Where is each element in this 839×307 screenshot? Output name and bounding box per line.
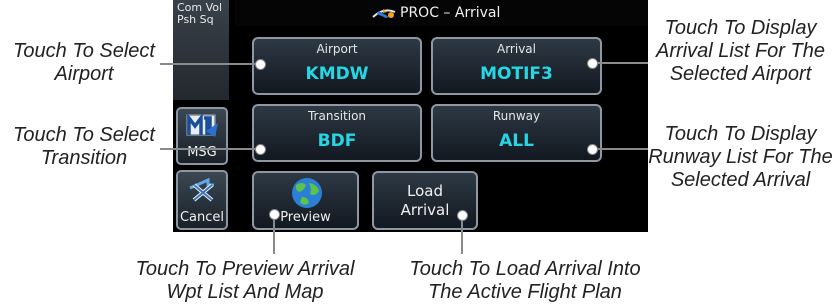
callout-line: Selected Arrival — [670, 169, 811, 191]
callout-line: Touch To Select — [13, 40, 155, 62]
com-vol-button[interactable]: Com Vol Psh Sq — [173, 0, 229, 100]
callout-line: Arrival List For The — [656, 40, 825, 62]
runway-label: Runway — [492, 109, 541, 123]
callout-arrival-list: Touch To Display Arrival List For The Se… — [648, 17, 833, 86]
leader-airport — [160, 63, 260, 65]
load-label-line1: Load — [407, 182, 443, 200]
arrival-label: Arrival — [497, 42, 536, 56]
leader-transition — [160, 148, 260, 150]
transition-button[interactable]: Transition BDF — [252, 104, 422, 162]
leader-dot-transition — [255, 144, 266, 155]
callout-line: The Active Flight Plan — [428, 281, 622, 303]
side-strip: Com Vol Psh Sq MSG Cancel — [173, 0, 235, 232]
callout-select-airport: Touch To Select Airport — [4, 40, 164, 86]
leader-dot-airport — [255, 59, 266, 70]
leader-dot-runway — [587, 144, 598, 155]
leader-preview — [273, 214, 275, 254]
callout-runway-list: Touch To Display Runway List For The Sel… — [648, 123, 833, 192]
leader-dot-preview — [269, 209, 280, 220]
arrival-plane-icon — [372, 9, 396, 18]
callout-select-transition: Touch To Select Transition — [4, 124, 164, 170]
airport-button[interactable]: Airport KMDW — [252, 37, 422, 95]
transition-value: BDF — [317, 131, 357, 151]
arrival-button[interactable]: Arrival MOTIF3 — [431, 37, 602, 95]
callout-preview: Touch To Preview Arrival Wpt List And Ma… — [120, 258, 370, 304]
runway-button[interactable]: Runway ALL — [431, 104, 602, 162]
callout-line: Touch To Display — [664, 123, 817, 145]
globe-icon — [292, 178, 322, 208]
leader-runway — [592, 148, 648, 150]
msg-button[interactable]: MSG — [176, 107, 228, 165]
title-bar: PROC – Arrival — [235, 0, 648, 26]
runway-value: ALL — [499, 131, 534, 151]
leader-dot-arrival — [587, 58, 598, 69]
callout-line: Touch To Preview Arrival — [135, 258, 355, 280]
leader-arrival — [592, 62, 648, 64]
callout-line: Wpt List And Map — [166, 281, 324, 303]
cancel-label: Cancel — [179, 210, 225, 225]
callout-line: Touch To Select — [13, 124, 155, 146]
airport-value: KMDW — [305, 64, 369, 84]
callout-line: Transition — [40, 147, 128, 169]
airport-label: Airport — [316, 42, 358, 56]
msg-icon — [186, 112, 218, 137]
page-title: PROC – Arrival — [400, 5, 501, 21]
transition-label: Transition — [307, 109, 367, 123]
cancel-icon — [189, 177, 214, 202]
com-vol-label: Com Vol Psh Sq — [177, 1, 223, 26]
cancel-button[interactable]: Cancel — [176, 170, 228, 230]
callout-load: Touch To Load Arrival Into The Active Fl… — [395, 258, 655, 304]
leader-dot-load — [457, 210, 468, 221]
callout-line: Runway List For The — [648, 146, 833, 168]
callout-line: Touch To Display — [664, 17, 817, 39]
callout-line: Touch To Load Arrival Into — [409, 258, 641, 280]
gtn-screen: Com Vol Psh Sq MSG Cancel PROC – Arrival… — [173, 0, 648, 232]
preview-button[interactable]: Preview — [252, 171, 359, 230]
callout-line: Selected Airport — [669, 63, 812, 85]
arrival-value: MOTIF3 — [480, 64, 553, 84]
callout-line: Airport — [54, 63, 114, 85]
